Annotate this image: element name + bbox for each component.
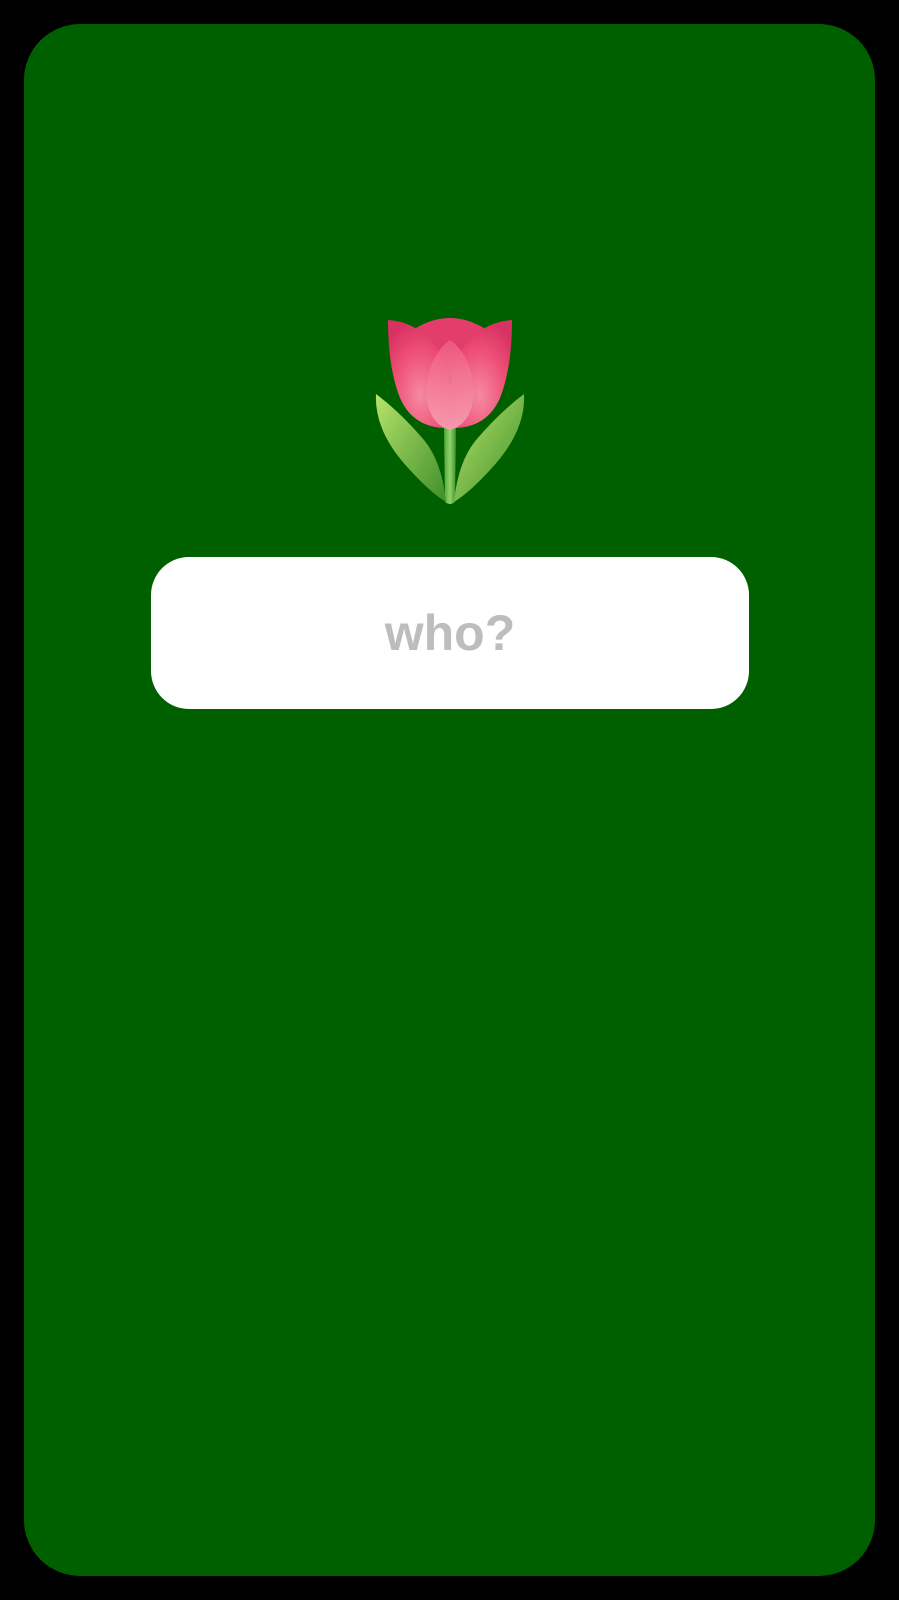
tulip-stem: [443, 424, 456, 504]
tulip-icon: [370, 312, 530, 508]
name-input[interactable]: [151, 557, 749, 709]
app-screen: [24, 24, 875, 1576]
